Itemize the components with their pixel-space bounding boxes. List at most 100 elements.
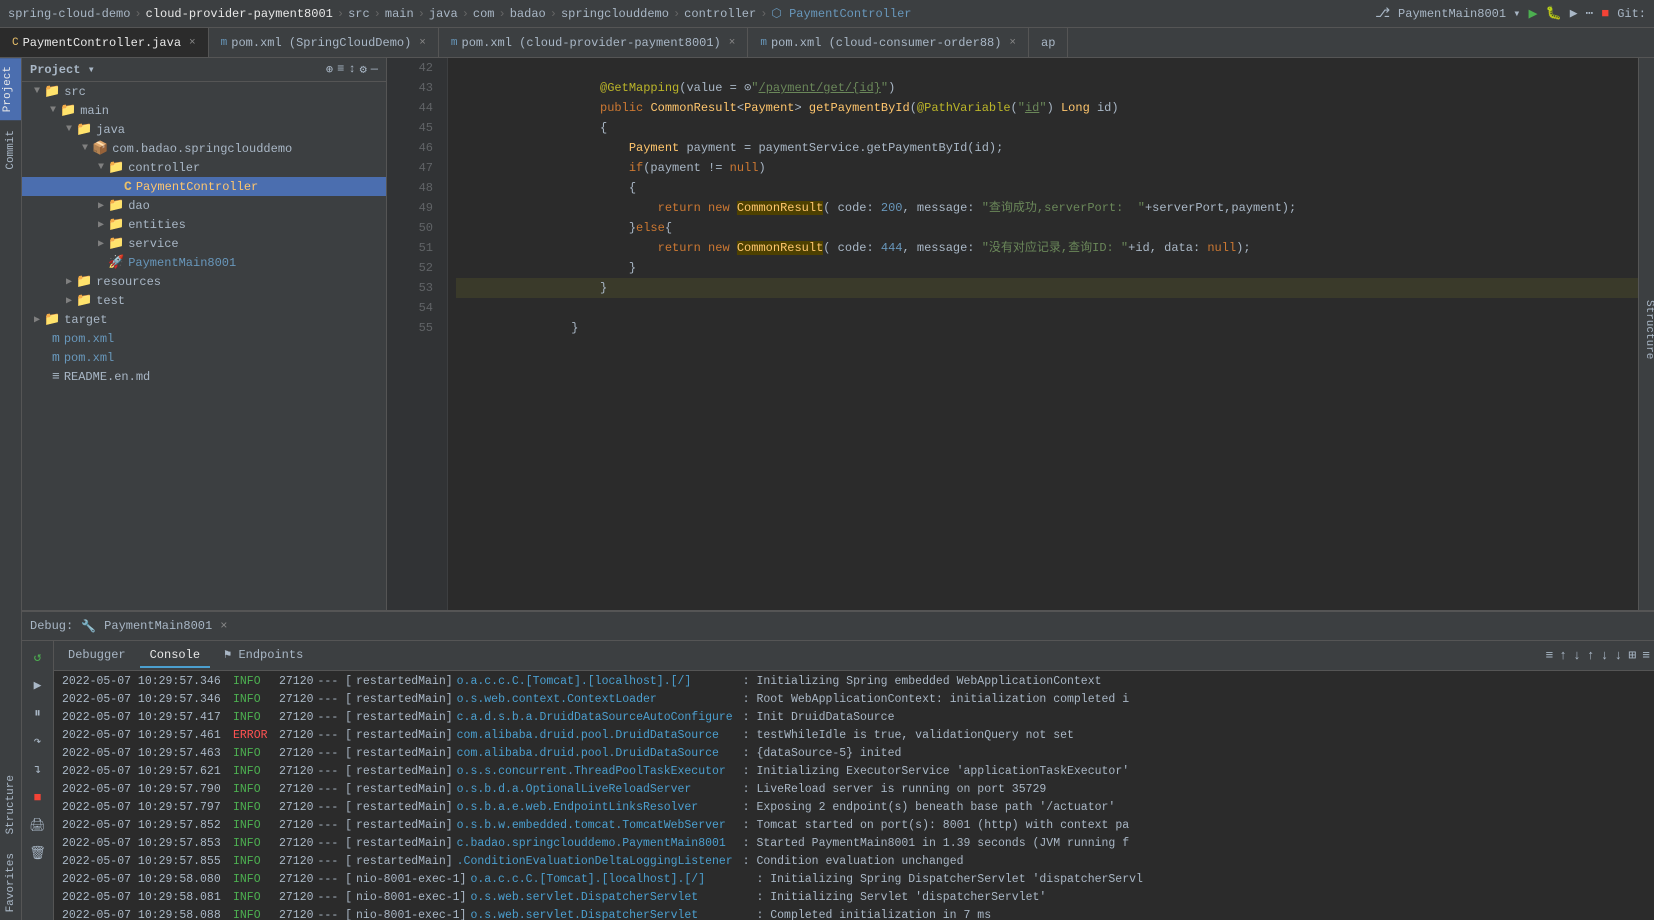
structure-panel[interactable]: Structure bbox=[1638, 58, 1654, 610]
tree-item-resources[interactable]: ▶ 📁 resources bbox=[22, 272, 386, 291]
tree-item-package[interactable]: ▼ 📦 com.badao.springclouddemo bbox=[22, 139, 386, 158]
stop-button[interactable]: ■ bbox=[1601, 6, 1609, 21]
log-row: 2022-05-07 10:29:58.088 INFO 27120 --- [… bbox=[54, 907, 1654, 920]
tree-item-pom1[interactable]: m pom.xml bbox=[22, 329, 386, 348]
console-toolbar-down2[interactable]: ↓ bbox=[1601, 648, 1609, 663]
sidebar-icon-sort[interactable]: ↕ bbox=[348, 62, 355, 77]
code-line-54[interactable]: } bbox=[456, 298, 1638, 318]
code-line-42[interactable]: @GetMapping(value = ⊙"/payment/get/{id}"… bbox=[456, 58, 1638, 78]
breadcrumb-item-1[interactable]: cloud-provider-payment8001 bbox=[146, 7, 333, 21]
code-line-53[interactable] bbox=[456, 278, 1638, 298]
tab-debugger[interactable]: Debugger bbox=[58, 644, 136, 668]
tree-item-payment-controller[interactable]: C PaymentController bbox=[22, 177, 386, 196]
tab-close-button[interactable]: × bbox=[419, 37, 426, 49]
console-toolbar-lines[interactable]: ≡ bbox=[1642, 648, 1650, 663]
run-with-coverage-button[interactable]: ▶ bbox=[1570, 6, 1578, 21]
tree-arrow: ▼ bbox=[30, 86, 44, 97]
debug-rerun-button[interactable]: ↺ bbox=[26, 645, 50, 669]
debug-session-close[interactable]: × bbox=[220, 619, 227, 633]
tree-item-target[interactable]: ▶ 📁 target bbox=[22, 310, 386, 329]
tree-item-dao[interactable]: ▶ 📁 dao bbox=[22, 196, 386, 215]
tree-item-entities[interactable]: ▶ 📁 entities bbox=[22, 215, 386, 234]
more-run-options[interactable]: ⋯ bbox=[1586, 6, 1594, 21]
debug-step-into-button[interactable]: ↴ bbox=[26, 757, 50, 781]
console-toolbar-up2[interactable]: ↑ bbox=[1587, 648, 1595, 663]
tree-item-service[interactable]: ▶ 📁 service bbox=[22, 234, 386, 253]
folder-icon: 📁 bbox=[76, 274, 92, 289]
debug-pause-button[interactable]: ⏸ bbox=[26, 701, 50, 725]
code-lines: @GetMapping(value = ⊙"/payment/get/{id}"… bbox=[448, 58, 1638, 610]
tab-label: pom.xml (cloud-consumer-order88) bbox=[771, 36, 1001, 50]
line-number: 53 bbox=[403, 278, 439, 298]
breadcrumb-item-3[interactable]: main bbox=[385, 7, 414, 21]
structure-label[interactable]: Structure bbox=[1639, 292, 1654, 367]
tab-close-button[interactable]: × bbox=[189, 37, 196, 49]
breadcrumb-item-0[interactable]: spring-cloud-demo bbox=[8, 7, 130, 21]
project-panel-label[interactable]: Project bbox=[0, 58, 21, 120]
breadcrumb-item-5[interactable]: com bbox=[473, 7, 495, 21]
debug-trash-button[interactable]: 🗑 bbox=[26, 841, 50, 865]
line-number: 52 bbox=[403, 258, 439, 278]
tab-pom-spring[interactable]: m pom.xml (SpringCloudDemo) × bbox=[209, 28, 439, 57]
breadcrumb-item-4[interactable]: java bbox=[429, 7, 458, 21]
tree-item-java[interactable]: ▼ 📁 java bbox=[22, 120, 386, 139]
console-toolbar-down[interactable]: ↓ bbox=[1573, 648, 1581, 663]
tree-arrow: ▶ bbox=[62, 295, 76, 307]
tree-label: controller bbox=[128, 161, 200, 175]
tab-close-button[interactable]: × bbox=[729, 37, 736, 49]
sidebar-header: Project ▾ ⊕ ≡ ↕ ⚙ — bbox=[22, 58, 386, 82]
log-row: 2022-05-07 10:29:57.621 INFO 27120 --- [… bbox=[54, 763, 1654, 781]
tab-endpoints[interactable]: ⚑ Endpoints bbox=[214, 643, 313, 668]
breadcrumb-item-2[interactable]: src bbox=[348, 7, 370, 21]
tab-console[interactable]: Console bbox=[140, 644, 210, 668]
tab-pom-payment[interactable]: m pom.xml (cloud-provider-payment8001) × bbox=[439, 28, 748, 57]
run-button[interactable]: ▶ bbox=[1529, 4, 1538, 23]
tree-item-pom2[interactable]: m pom.xml bbox=[22, 348, 386, 367]
breadcrumb-item-9[interactable]: ⬡ PaymentController bbox=[771, 6, 911, 21]
tab-close-button[interactable]: × bbox=[1009, 37, 1016, 49]
debug-print-button[interactable]: 🖨 bbox=[26, 813, 50, 837]
tree-item-src[interactable]: ▼ 📁 src bbox=[22, 82, 386, 101]
console-output[interactable]: 2022-05-07 10:29:57.346 INFO 27120 --- [… bbox=[54, 671, 1654, 920]
tree-arrow: ▶ bbox=[94, 200, 108, 212]
tree-item-readme[interactable]: ≡ README.en.md bbox=[22, 367, 386, 386]
debug-resume-button[interactable]: ▶ bbox=[26, 673, 50, 697]
debug-button[interactable]: 🐛 bbox=[1546, 6, 1562, 21]
sidebar-icon-collapse[interactable]: ≡ bbox=[337, 62, 344, 77]
code-line-55[interactable] bbox=[456, 318, 1638, 338]
tree-item-main[interactable]: ▼ 📁 main bbox=[22, 101, 386, 120]
tab-payment-controller[interactable]: C PaymentController.java × bbox=[0, 28, 209, 57]
tab-pom-consumer[interactable]: m pom.xml (cloud-consumer-order88) × bbox=[748, 28, 1029, 57]
tab-ap[interactable]: ap bbox=[1029, 28, 1068, 57]
favorites-panel-label[interactable]: Favorites bbox=[3, 845, 19, 920]
sidebar-icons: ⊕ ≡ ↕ ⚙ — bbox=[326, 62, 378, 77]
console-toolbar-filter[interactable]: ≡ bbox=[1545, 648, 1553, 663]
sidebar-icon-close[interactable]: — bbox=[371, 62, 378, 77]
run-config-selector[interactable]: PaymentMain8001 ▾ bbox=[1398, 6, 1520, 21]
sidebar-icon-globe[interactable]: ⊕ bbox=[326, 62, 333, 77]
commit-panel-label[interactable]: Commit bbox=[3, 122, 19, 178]
code-line-45[interactable]: Payment payment = paymentService.getPaym… bbox=[456, 118, 1638, 138]
tree-label: PaymentMain8001 bbox=[128, 256, 236, 270]
sidebar-icon-settings[interactable]: ⚙ bbox=[360, 62, 367, 77]
debug-step-over-button[interactable]: ↷ bbox=[26, 729, 50, 753]
tree-arrow: ▼ bbox=[62, 124, 76, 135]
debug-stop-button[interactable]: ■ bbox=[26, 785, 50, 809]
line-number: 49 bbox=[403, 198, 439, 218]
tree-label: pom.xml bbox=[64, 332, 114, 346]
vcs-icon[interactable]: ⎇ bbox=[1375, 6, 1390, 21]
code-editor[interactable]: 42 43 44 45 46 47 48 49 50 51 52 53 bbox=[387, 58, 1638, 610]
tree-item-test[interactable]: ▶ 📁 test bbox=[22, 291, 386, 310]
breadcrumb-item-6[interactable]: badao bbox=[510, 7, 546, 21]
breadcrumb-item-8[interactable]: controller bbox=[684, 7, 756, 21]
structure-panel-label[interactable]: Structure bbox=[3, 767, 19, 842]
console-toolbar-grid[interactable]: ⊞ bbox=[1628, 648, 1636, 663]
tree-label: dao bbox=[128, 199, 150, 213]
breadcrumb-item-7[interactable]: springclouddemo bbox=[561, 7, 669, 21]
debug-session-name[interactable]: PaymentMain8001 bbox=[104, 619, 212, 633]
tree-item-controller[interactable]: ▼ 📁 controller bbox=[22, 158, 386, 177]
xml-icon: m bbox=[52, 350, 60, 365]
console-toolbar-down3[interactable]: ↓ bbox=[1615, 648, 1623, 663]
console-toolbar-up[interactable]: ↑ bbox=[1559, 648, 1567, 663]
tree-item-paymentmain8001[interactable]: 🚀 PaymentMain8001 bbox=[22, 253, 386, 272]
